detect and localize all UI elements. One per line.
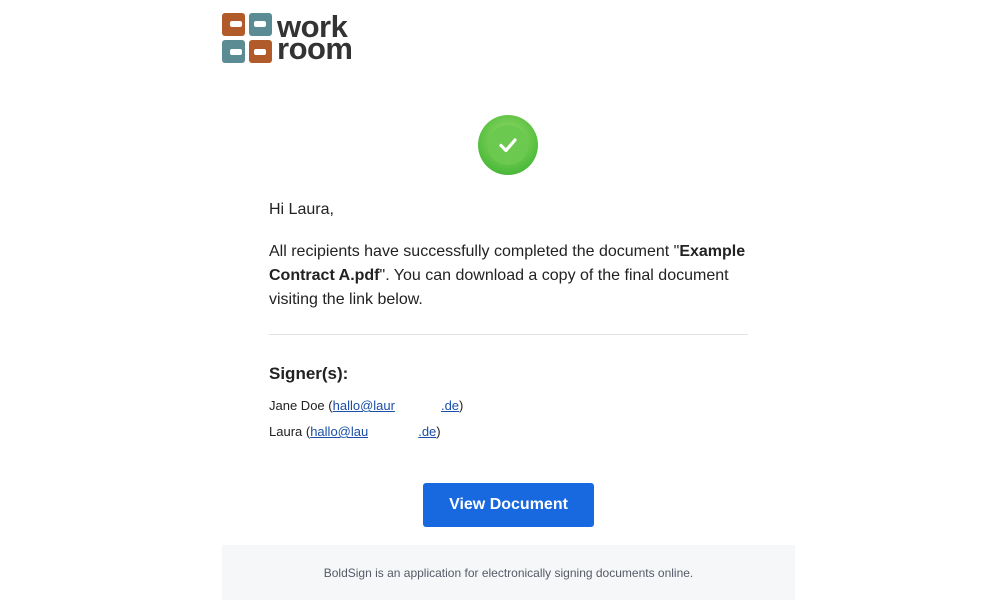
workroom-logo: work room <box>222 9 353 66</box>
signer-email-link[interactable]: hallo@lau .de <box>310 424 436 440</box>
view-document-button[interactable]: View Document <box>423 483 594 527</box>
logo-mark-icon <box>222 13 272 63</box>
signer-item: Laura (hallo@lau .de) <box>269 424 441 440</box>
logo-wordmark: work room <box>277 9 353 66</box>
message-text: All recipients have successfully complet… <box>269 243 746 308</box>
divider <box>269 334 748 335</box>
greeting: Hi Laura, <box>269 201 334 218</box>
check-circle-icon <box>478 115 538 175</box>
signer-email-link[interactable]: hallo@laur .de <box>333 398 459 414</box>
signer-item: Jane Doe (hallo@laur .de) <box>269 398 464 414</box>
signers-title: Signer(s): <box>269 364 349 383</box>
footer-note: BoldSign is an application for electroni… <box>222 545 795 600</box>
